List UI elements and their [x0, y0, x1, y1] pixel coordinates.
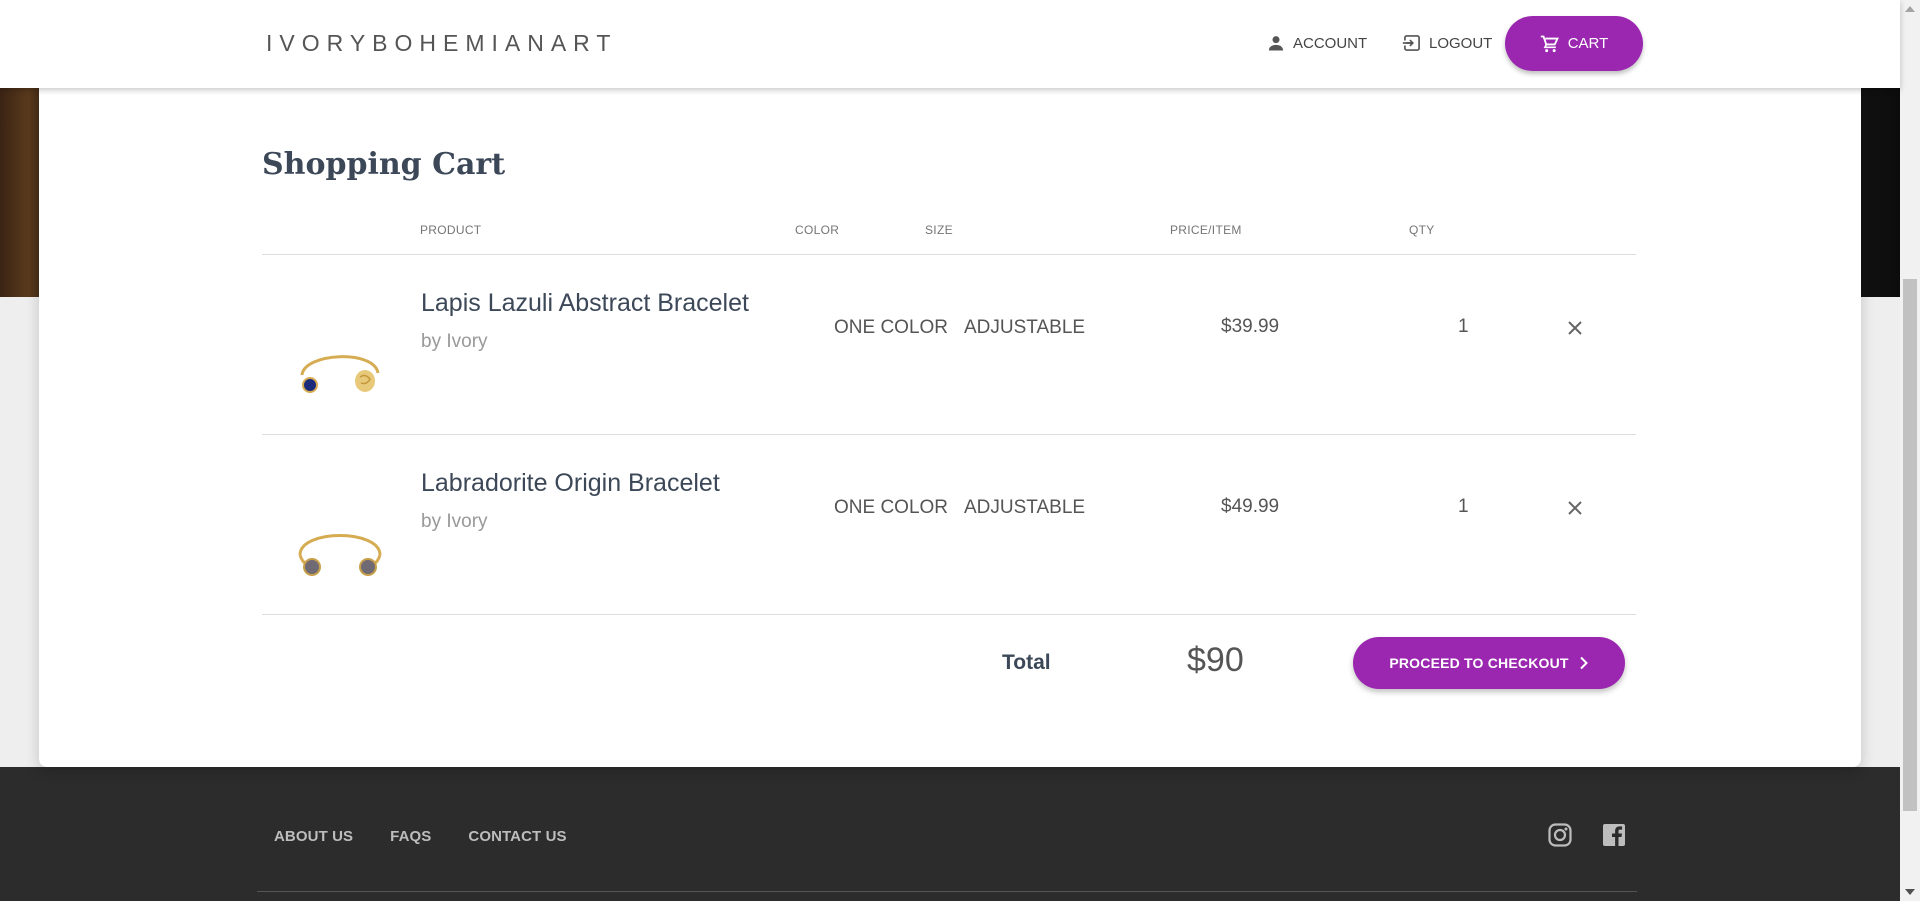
social-links — [1547, 822, 1627, 848]
product-image — [300, 355, 380, 393]
logout-icon — [1402, 35, 1420, 51]
top-navbar: IVORYBOHEMIANART ACCOUNT LOGOUT CART — [0, 0, 1900, 88]
product-qty[interactable]: 1 — [1458, 496, 1469, 518]
product-color: ONE COLOR — [834, 317, 949, 338]
page-title: Shopping Cart — [262, 147, 506, 182]
account-label: ACCOUNT — [1293, 34, 1368, 52]
chevron-right-icon — [1579, 656, 1588, 670]
total-value: $90 — [1187, 641, 1244, 679]
column-header-size: SIZE — [925, 223, 953, 237]
cart-label: CART — [1567, 35, 1609, 52]
column-header-price: PRICE/ITEM — [1170, 223, 1242, 237]
facebook-icon[interactable] — [1601, 822, 1627, 848]
checkout-label: PROCEED TO CHECKOUT — [1389, 655, 1569, 671]
scroll-down-arrow-icon[interactable] — [1905, 889, 1915, 895]
total-label: Total — [1002, 651, 1051, 674]
product-size: ADJUSTABLE — [964, 497, 1086, 518]
cart-row: Lapis Lazuli Abstract Bracelet by Ivory … — [262, 255, 1636, 435]
footer-nav: ABOUT US FAQS CONTACT US — [274, 828, 567, 845]
cart-button[interactable]: CART — [1505, 16, 1643, 71]
footer-link-faqs[interactable]: FAQS — [390, 828, 431, 845]
footer-link-about-us[interactable]: ABOUT US — [274, 828, 353, 845]
product-price: $39.99 — [1221, 316, 1280, 337]
page-scrollbar[interactable] — [1900, 0, 1920, 901]
column-header-color: COLOR — [795, 223, 840, 237]
product-brand: by Ivory — [421, 511, 488, 532]
brand-logo[interactable]: IVORYBOHEMIANART — [266, 30, 617, 57]
remove-item-button[interactable] — [1564, 317, 1586, 339]
cart-row: Labradorite Origin Bracelet by Ivory ONE… — [262, 435, 1636, 615]
column-header-product: PRODUCT — [420, 223, 482, 237]
product-image — [298, 534, 382, 576]
close-icon — [1568, 321, 1582, 335]
close-icon — [1568, 501, 1582, 515]
table-divider — [262, 614, 1636, 615]
column-header-qty: QTY — [1409, 223, 1435, 237]
product-name[interactable]: Labradorite Origin Bracelet — [421, 469, 720, 498]
footer-divider — [257, 891, 1637, 892]
account-link[interactable]: ACCOUNT — [1266, 33, 1367, 53]
instagram-icon[interactable] — [1547, 822, 1573, 848]
product-price: $49.99 — [1221, 496, 1280, 517]
footer-link-contact-us[interactable]: CONTACT US — [468, 828, 566, 845]
product-brand: by Ivory — [421, 331, 488, 352]
footer: ABOUT US FAQS CONTACT US — [0, 767, 1900, 901]
product-size: ADJUSTABLE — [964, 317, 1086, 338]
proceed-to-checkout-button[interactable]: PROCEED TO CHECKOUT — [1353, 637, 1625, 689]
logout-link[interactable]: LOGOUT — [1402, 33, 1492, 53]
scroll-up-arrow-icon[interactable] — [1905, 6, 1915, 12]
cart-icon — [1540, 35, 1559, 52]
product-name[interactable]: Lapis Lazuli Abstract Bracelet — [421, 289, 749, 318]
shopping-cart-card: Shopping Cart PRODUCT COLOR SIZE PRICE/I… — [39, 83, 1861, 767]
remove-item-button[interactable] — [1564, 497, 1586, 519]
person-icon — [1268, 36, 1284, 51]
product-qty[interactable]: 1 — [1458, 316, 1469, 338]
scrollbar-thumb[interactable] — [1903, 279, 1917, 811]
product-color: ONE COLOR — [834, 497, 949, 518]
logout-label: LOGOUT — [1429, 34, 1493, 52]
